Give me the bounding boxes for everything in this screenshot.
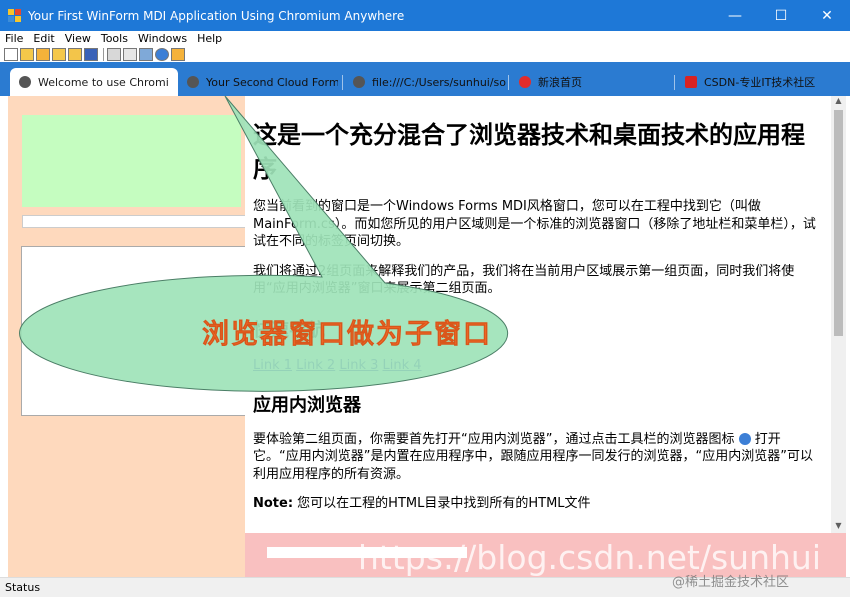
maximize-button[interactable]: ☐ — [758, 0, 804, 31]
cascade-icon[interactable] — [52, 47, 66, 61]
nav-links: Link 1 Link 2 Link 3 Link 4 — [253, 358, 823, 373]
link-4[interactable]: Link 4 — [383, 358, 422, 373]
toolbar-separator — [103, 47, 104, 61]
new-file-icon[interactable] — [4, 47, 18, 61]
globe-icon — [19, 76, 31, 88]
tab-file-url[interactable]: file:///C:/Users/sunhui/so — [344, 68, 506, 96]
tab-welcome[interactable]: Welcome to use Chromi — [10, 68, 178, 96]
title-bar: Your First WinForm MDI Application Using… — [0, 0, 850, 31]
help-icon[interactable] — [171, 47, 185, 61]
scroll-up-icon[interactable]: ▲ — [831, 96, 846, 108]
globe-icon — [353, 76, 365, 88]
toolbar — [0, 46, 850, 62]
intro-paragraph: 您当前看到的窗口是一个Windows Forms MDI风格窗口，您可以在工程中… — [253, 199, 816, 249]
tile-icon[interactable] — [36, 47, 50, 61]
scroll-down-icon[interactable]: ▼ — [831, 521, 846, 533]
tab-separator — [342, 75, 343, 90]
sina-icon — [519, 76, 531, 88]
tab-strip: Welcome to use Chromi Your Second Cloud … — [0, 62, 850, 96]
browser-icon — [738, 433, 751, 445]
tab-label: Your Second Cloud Form — [206, 75, 338, 89]
link-1[interactable]: Link 1 — [253, 358, 292, 373]
callout-text: 浏览器窗口做为子窗口 — [202, 319, 492, 351]
note-text: 您可以在工程的HTML目录中找到所有的HTML文件 — [293, 496, 591, 511]
menu-tools[interactable]: Tools — [96, 32, 133, 45]
tab-separator — [674, 75, 675, 90]
tab-separator — [508, 75, 509, 90]
green-panel — [22, 115, 241, 207]
save-icon[interactable] — [84, 47, 98, 61]
csdn-icon — [685, 76, 697, 88]
tab-label: CSDN-专业IT技术社区 — [704, 76, 816, 89]
scroll-thumb[interactable] — [834, 110, 843, 336]
menu-file[interactable]: File — [0, 32, 28, 45]
browser-icon[interactable] — [155, 47, 169, 61]
tab-label: file:///C:/Users/sunhui/so — [372, 75, 506, 89]
watermark-small: @稀土掘金技术社区 — [672, 575, 790, 590]
minimize-button[interactable]: — — [712, 0, 758, 31]
close-button[interactable]: ✕ — [804, 0, 850, 31]
note-label: Note: — [253, 496, 294, 511]
menu-view[interactable]: View — [60, 32, 96, 45]
link-2[interactable]: Link 2 — [296, 358, 335, 373]
in-app-browser-paragraph: 要体验第二组页面，你需要首先打开“应用内浏览器”，通过点击工具栏的浏览器图标 打… — [253, 431, 823, 484]
in-app-browser-heading: 应用内浏览器 — [253, 394, 361, 416]
open-folder-icon[interactable] — [68, 47, 82, 61]
tab-sina[interactable]: 新浪首页 — [510, 68, 670, 96]
tab-second-cloud-form[interactable]: Your Second Cloud Form — [178, 68, 338, 96]
tab-label: Welcome to use Chromi — [38, 75, 169, 89]
vertical-scrollbar[interactable]: ▲ ▼ — [831, 96, 846, 533]
left-input-bar[interactable] — [22, 215, 246, 228]
paragraph-text: 要体验第二组页面，你需要首先打开“应用内浏览器”，通过点击工具栏的浏览器图标 — [253, 431, 735, 447]
print-preview-icon[interactable] — [123, 47, 137, 61]
menu-bar: File Edit View Tools Windows Help — [0, 31, 850, 46]
new-window-icon[interactable] — [20, 47, 34, 61]
page-heading: 这是一个充分混合了浏览器技术和桌面技术的应用程序 — [253, 121, 805, 183]
print-icon[interactable] — [107, 47, 121, 61]
note-paragraph: Note: 您可以在工程的HTML目录中找到所有的HTML文件 — [253, 495, 823, 513]
status-text: Status — [5, 581, 41, 594]
menu-windows[interactable]: Windows — [133, 32, 192, 45]
link-3[interactable]: Link 3 — [339, 358, 378, 373]
menu-edit[interactable]: Edit — [28, 32, 59, 45]
network-icon[interactable] — [139, 47, 153, 61]
menu-help[interactable]: Help — [192, 32, 227, 45]
second-paragraph: 我们将通过2组页面来解释我们的产品，我们将在当前用户区域展示第一组页面，同时我们… — [253, 263, 795, 297]
window-title: Your First WinForm MDI Application Using… — [28, 8, 405, 23]
tab-label: 新浪首页 — [538, 76, 582, 89]
app-icon — [8, 8, 22, 23]
tab-csdn[interactable]: CSDN-专业IT技术社区 — [676, 68, 836, 96]
globe-icon — [187, 76, 199, 88]
